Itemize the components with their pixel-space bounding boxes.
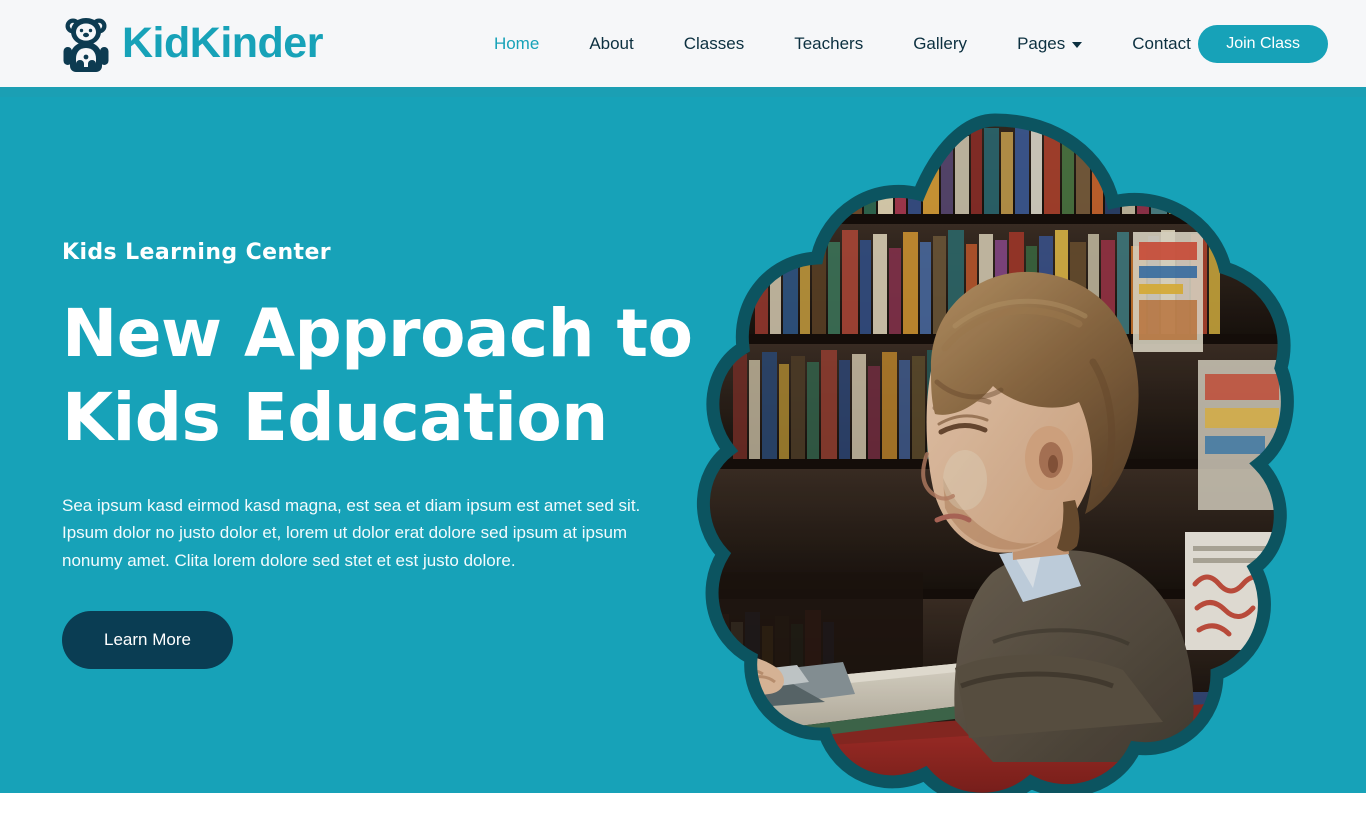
nav-item-teachers[interactable]: Teachers xyxy=(769,27,888,60)
hero-title-line-2: Kids Education xyxy=(62,378,608,456)
hero-copy-block: Kids Learning Center New Approach to Kid… xyxy=(62,242,702,669)
teddy-bear-icon xyxy=(62,16,110,72)
chevron-down-icon xyxy=(1072,41,1083,48)
hero-section: Kids Learning Center New Approach to Kid… xyxy=(0,87,1366,793)
nav-item-pages-label: Pages xyxy=(1017,34,1066,53)
nav-item-pages[interactable]: Pages xyxy=(992,27,1107,60)
nav-item-home[interactable]: Home xyxy=(469,27,564,60)
nav-item-classes[interactable]: Classes xyxy=(659,27,769,60)
nav-item-gallery[interactable]: Gallery xyxy=(888,27,992,60)
brand-logo-link[interactable]: KidKinder xyxy=(62,16,323,72)
join-class-button[interactable]: Join Class xyxy=(1198,25,1328,63)
brand-name: KidKinder xyxy=(122,19,323,67)
hero-eyebrow: Kids Learning Center xyxy=(62,240,332,265)
library-photo xyxy=(703,120,1288,793)
hero-description: Sea ipsum kasd eirmod kasd magna, est se… xyxy=(62,495,641,571)
hero-title: New Approach to Kids Education xyxy=(62,292,702,460)
hero-title-line-1: New Approach to xyxy=(62,295,693,372)
learn-more-button[interactable]: Learn More xyxy=(62,610,233,669)
hero-top-band xyxy=(0,87,1366,97)
main-navigation: Home About Classes Teachers Gallery Page… xyxy=(469,27,1216,60)
site-header: KidKinder Home About Classes Teachers Ga… xyxy=(0,0,1366,87)
hero-cloud-image xyxy=(693,102,1298,793)
nav-item-about[interactable]: About xyxy=(564,27,658,60)
